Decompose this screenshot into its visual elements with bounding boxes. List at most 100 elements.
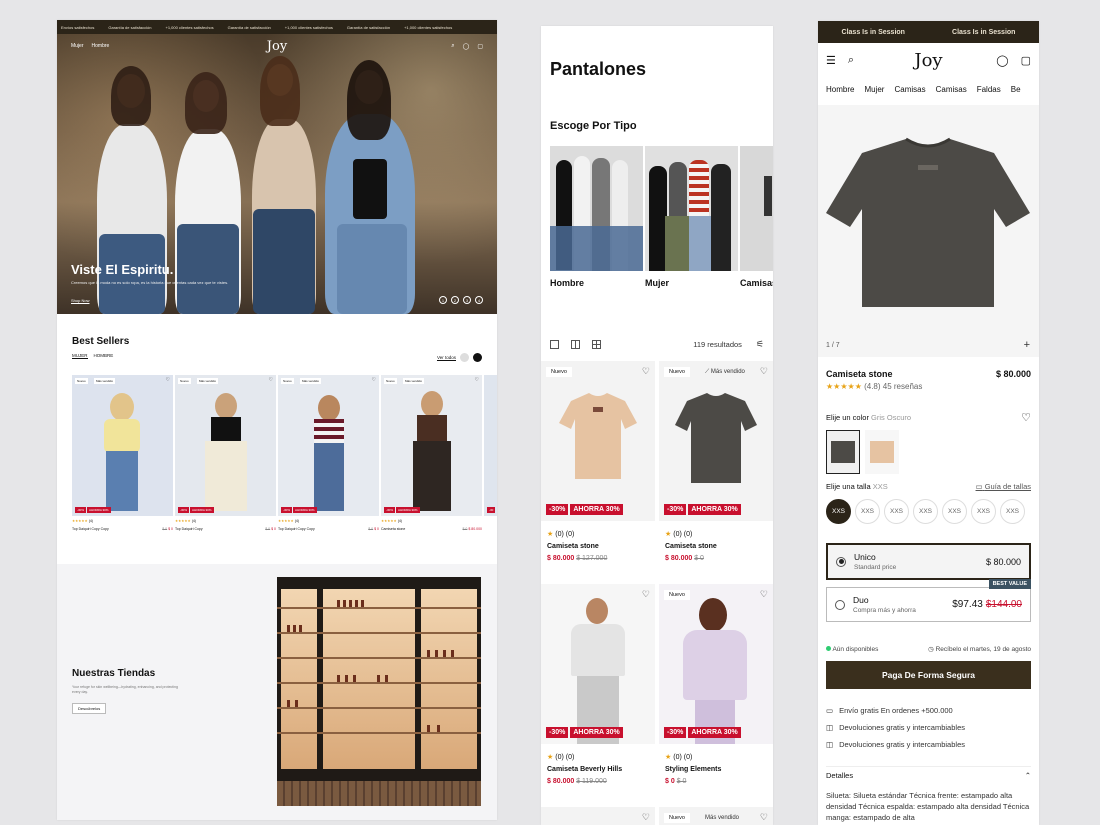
nav-link-hombre[interactable]: Hombre: [92, 43, 110, 49]
product-card[interactable]: Nuevo Más vendido ♡ -30% AHORRA 30% ★★★★★…: [72, 375, 173, 532]
chevron-up-icon[interactable]: ⌃: [1025, 771, 1031, 780]
filter-icon[interactable]: ⚟: [756, 339, 764, 350]
size-guide-link[interactable]: Guía de tallas: [985, 482, 1031, 491]
option-unico[interactable]: Unico Standard price $ 80.000: [826, 543, 1031, 580]
tab-mujer[interactable]: MUJER: [72, 353, 88, 359]
bag-icon[interactable]: ▢: [477, 43, 483, 50]
product-card[interactable]: ♡: [541, 807, 655, 825]
size-option[interactable]: XXS: [884, 499, 909, 524]
brand-logo[interactable]: Joy: [914, 50, 942, 71]
category-link[interactable]: Camisas: [894, 85, 925, 94]
heart-icon[interactable]: ♡: [372, 377, 376, 383]
product-name[interactable]: Styling Elements: [665, 764, 767, 776]
rating-summary[interactable]: (4.8) 45 reseñas: [864, 382, 922, 391]
heart-icon[interactable]: ♡: [642, 366, 650, 377]
tab-hombre[interactable]: HOMBRE: [94, 353, 114, 359]
product-card[interactable]: ♡ -30% AHORRA 30% ★ (0) (0) Camiseta Beve…: [541, 584, 655, 788]
category-link[interactable]: Camisas: [936, 85, 967, 94]
color-swatch-dark[interactable]: [826, 430, 860, 474]
user-icon[interactable]: ◯: [463, 43, 470, 50]
category-link[interactable]: Be: [1011, 85, 1021, 94]
product-card[interactable]: Nuevo ♡ -30% AHORRA 30% ★ (0) (0) Camiset…: [541, 361, 655, 565]
type-label-hombre[interactable]: Hombre: [550, 278, 584, 288]
grid-4-icon[interactable]: [592, 340, 601, 349]
size-option[interactable]: XXS: [942, 499, 967, 524]
hero-dot[interactable]: 2: [451, 296, 459, 304]
category-link[interactable]: Mujer: [864, 85, 884, 94]
search-icon[interactable]: ⌕: [451, 43, 454, 50]
rating-count: (0): [673, 754, 682, 761]
grid-2-icon[interactable]: [571, 340, 580, 349]
product-card[interactable]: Nuevo Más vendido ♡ -30% AHORRA 30% ★★★★★…: [381, 375, 482, 532]
heart-icon[interactable]: ♡: [760, 589, 768, 600]
option-duo[interactable]: BEST VALUE Duo Compra más y ahorra $97.4…: [826, 579, 1031, 622]
size-option[interactable]: XXS: [1000, 499, 1025, 524]
hero-dot[interactable]: 3: [463, 296, 471, 304]
heart-icon[interactable]: ♡: [642, 589, 650, 600]
type-card-camisas[interactable]: [740, 146, 773, 271]
prev-arrow-icon[interactable]: [460, 353, 469, 362]
type-card-mujer[interactable]: [645, 146, 738, 271]
user-icon[interactable]: ◯: [996, 54, 1008, 67]
brand-logo[interactable]: Joy: [267, 39, 287, 54]
size-option[interactable]: XXS: [971, 499, 996, 524]
radio-selected[interactable]: [836, 556, 846, 567]
next-arrow-icon[interactable]: [473, 353, 482, 362]
search-icon[interactable]: ⌕: [848, 54, 854, 67]
heart-icon[interactable]: ♡: [760, 366, 768, 377]
discover-button[interactable]: Descúbrelos: [72, 703, 107, 714]
discount-badge: -30%: [546, 727, 569, 738]
product-name[interactable]: Camiseta Beverly Hills: [547, 764, 649, 776]
product-name[interactable]: Top Daiquiri Copy: [175, 527, 203, 532]
menu-icon[interactable]: ☰: [826, 54, 836, 67]
color-swatch-beige[interactable]: [865, 430, 899, 474]
heart-icon[interactable]: ♡: [166, 377, 170, 383]
product-name[interactable]: Camiseta stone: [665, 541, 767, 553]
save-badge: AHORRA 30%: [396, 507, 420, 513]
hero-dot[interactable]: 4: [475, 296, 483, 304]
product-card[interactable]: Nuevo Más vendido ♡ -30% AHORRA 30% ★★★★★…: [278, 375, 379, 532]
size-option[interactable]: XXS: [855, 499, 880, 524]
type-label-camisas[interactable]: Camisas: [740, 278, 773, 288]
radio-unselected[interactable]: [835, 599, 845, 610]
new-tag: Nuevo: [384, 378, 397, 384]
type-card-hombre[interactable]: [550, 146, 643, 271]
ticker-item: Class Is in Session: [952, 28, 1016, 36]
product-card[interactable]: Nuevo ⟋ Más vendido ♡ -30% AHORRA 30% ★ (…: [659, 361, 773, 565]
heart-icon[interactable]: ♡: [642, 812, 650, 823]
new-tag: Nuevo: [664, 590, 690, 600]
heart-icon[interactable]: ♡: [269, 377, 273, 383]
nav-link-mujer[interactable]: Mujer: [71, 43, 84, 49]
product-card[interactable]: Nuevo ♡ -30% AHORRA 30% ★ (0) (0) Styling…: [659, 584, 773, 788]
product-name[interactable]: Camiseta stone: [547, 541, 649, 553]
category-link[interactable]: Hombre: [826, 85, 854, 94]
product-gallery[interactable]: 1 / 7 +: [818, 105, 1039, 357]
size-option[interactable]: XXS: [826, 499, 851, 524]
pay-securely-button[interactable]: Paga De Forma Segura: [826, 661, 1031, 689]
shop-now-link[interactable]: Shop Now: [71, 298, 89, 303]
zoom-plus-icon[interactable]: +: [1024, 339, 1030, 351]
category-link[interactable]: Faldas: [977, 85, 1001, 94]
old-price: $ 0: [265, 527, 271, 531]
product-name[interactable]: Camiseta stone: [381, 527, 405, 532]
bag-icon[interactable]: ▢: [1021, 54, 1031, 67]
bestseller-tag: ⟋ Más vendido: [705, 369, 745, 376]
details-accordion[interactable]: Detalles ⌃ Silueta: Silueta estándar Técn…: [826, 766, 1031, 823]
grid-1-icon[interactable]: [550, 340, 559, 349]
heart-icon[interactable]: ♡: [1021, 411, 1031, 424]
product-card[interactable]: Nuevo Más vendido ♡ -30% AHORRA 30% ★★★★★…: [175, 375, 276, 532]
discount-badge: -30%: [664, 504, 687, 515]
discount-badge: -30%: [75, 507, 87, 513]
product-name[interactable]: Top Daiquiri Copy Copy: [278, 527, 315, 532]
heart-icon[interactable]: ♡: [760, 812, 768, 823]
view-all-link[interactable]: Ver todos: [437, 355, 456, 360]
heart-icon[interactable]: ♡: [475, 377, 479, 383]
hero-dot[interactable]: 1: [439, 296, 447, 304]
type-label-mujer[interactable]: Mujer: [645, 278, 669, 288]
rating-stars: ★★★★★: [826, 382, 862, 391]
rating-count: (0): [673, 531, 682, 538]
product-name[interactable]: Top Daiquiri Copy Copy: [72, 527, 109, 532]
product-card[interactable]: Nuevo Más vendido ♡: [659, 807, 773, 825]
announcement-ticker: Class Is in Session Class Is in Session: [818, 21, 1039, 43]
size-option[interactable]: XXS: [913, 499, 938, 524]
